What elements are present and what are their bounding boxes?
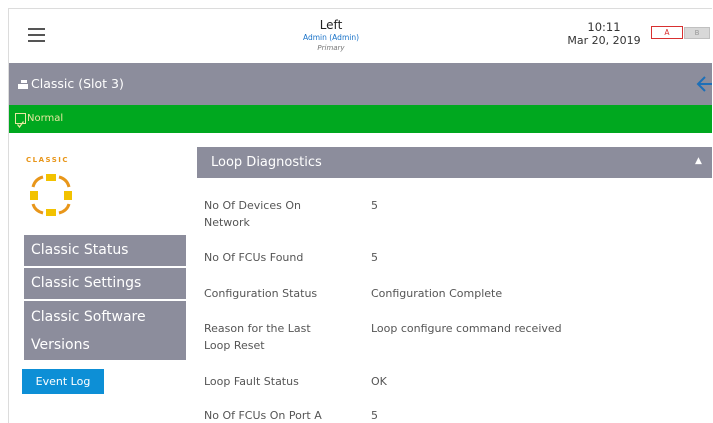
panel-title: Loop Diagnostics	[211, 155, 322, 170]
nav-classic-software-versions[interactable]: Classic Software Versions	[24, 301, 186, 360]
row-value-reset-reason: Loop configure command received	[371, 322, 562, 335]
title-bar: Classic (Slot 3)	[9, 63, 712, 105]
status-bar: Normal	[9, 105, 712, 133]
logo-text: CLASSIC	[26, 156, 70, 164]
header-role: Primary	[317, 44, 345, 52]
status-label: Normal	[27, 113, 64, 124]
row-value-fcus-port-a: 5	[371, 409, 378, 422]
row-label-devices: No Of Devices On Network	[204, 197, 354, 231]
row-label-config-status: Configuration Status	[204, 287, 318, 300]
slot-indicator[interactable]: A B	[651, 26, 710, 39]
row-label-loop-fault: Loop Fault Status	[204, 375, 299, 388]
header-title: Left	[319, 18, 343, 32]
row-label-line2: Network	[204, 216, 250, 229]
page-title: Classic (Slot 3)	[31, 76, 124, 91]
row-label-fcus-found: No Of FCUs Found	[204, 251, 304, 264]
panel-identity: Left Admin (Admin) Primary	[256, 18, 406, 53]
row-label-fcus-port-a: No Of FCUs On Port A	[204, 409, 322, 422]
slot-a-badge: A	[651, 26, 683, 39]
app-frame: Left Admin (Admin) Primary 10:11 Mar 20,…	[8, 8, 712, 423]
row-value-config-status: Configuration Complete	[371, 287, 503, 300]
clock: 10:11 Mar 20, 2019	[563, 20, 645, 48]
nav-classic-status[interactable]: Classic Status	[24, 235, 186, 266]
check-icon	[15, 113, 26, 129]
event-log-button[interactable]: Event Log	[22, 369, 104, 394]
chevron-up-icon[interactable]: ▲	[695, 156, 702, 166]
nav-label-line1: Classic Software	[31, 309, 146, 325]
arrow-left-icon[interactable]	[694, 73, 712, 95]
nav-label-line2: Versions	[31, 337, 90, 353]
row-label-line2: Loop Reset	[204, 339, 265, 352]
row-value-fcus-found: 5	[371, 251, 378, 264]
clock-date: Mar 20, 2019	[567, 34, 641, 47]
row-label-line1: Reason for the Last	[204, 322, 311, 335]
row-value-devices: 5	[371, 199, 378, 212]
nav-classic-settings[interactable]: Classic Settings	[24, 268, 186, 299]
slot-icon	[18, 80, 28, 89]
slot-b-badge: B	[684, 27, 710, 39]
header: Left Admin (Admin) Primary 10:11 Mar 20,…	[9, 9, 712, 63]
row-label-line1: No Of Devices On	[204, 199, 301, 212]
row-value-loop-fault: OK	[371, 375, 387, 388]
row-label-reset-reason: Reason for the Last Loop Reset	[204, 320, 354, 354]
classic-logo-icon	[30, 174, 72, 216]
menu-icon[interactable]	[28, 28, 45, 42]
clock-time: 10:11	[587, 20, 621, 34]
header-user[interactable]: Admin (Admin)	[256, 32, 406, 43]
loop-diagnostics-header[interactable]: Loop Diagnostics ▲	[197, 147, 712, 178]
